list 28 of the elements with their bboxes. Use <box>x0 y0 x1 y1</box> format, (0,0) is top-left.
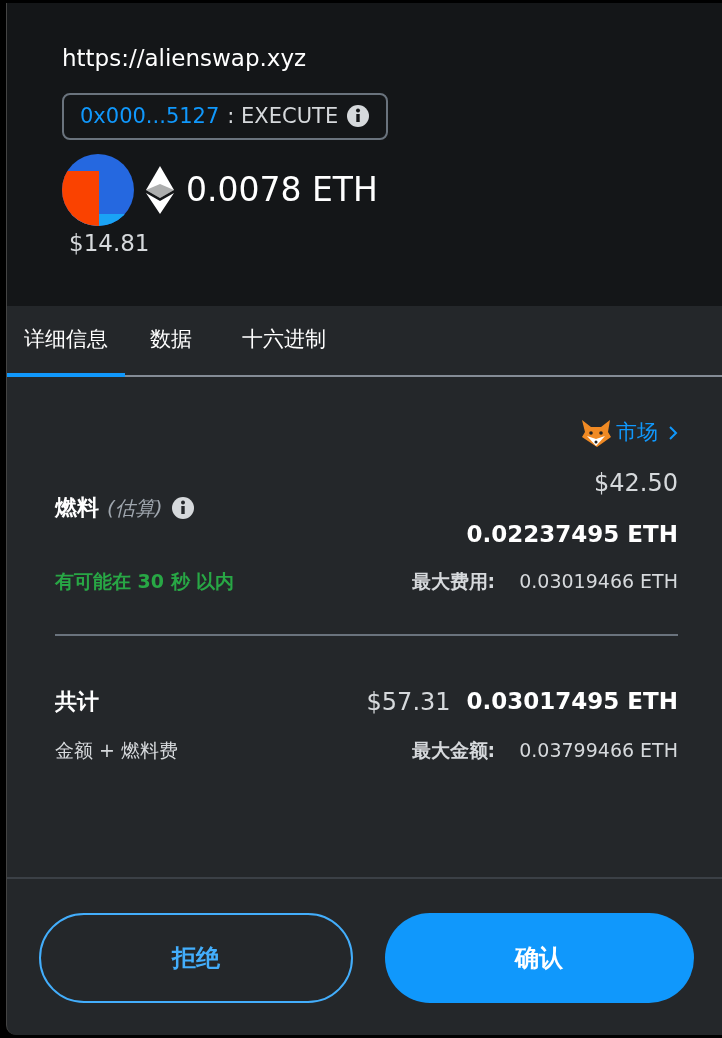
max-fee-label: 最大费用: <box>411 569 496 594</box>
tab[interactable]: 数据 <box>125 306 217 377</box>
total-eth: 0.03017495 ETH <box>466 687 678 717</box>
gas-eth: 0.02237495 ETH <box>466 519 678 549</box>
fiat-amount: $14.81 <box>69 229 151 258</box>
transaction-amount: 0.0078 ETH <box>186 169 378 212</box>
contract-address-link[interactable]: 0x000...5127 <box>80 100 220 132</box>
reject-button[interactable]: 拒绝 <box>39 913 353 1003</box>
fox-icon <box>580 418 612 447</box>
gas-fiat: $42.50 <box>594 467 678 499</box>
ethereum-icon <box>146 166 174 214</box>
info-icon[interactable] <box>170 495 195 520</box>
estimate-note: (估算) <box>107 494 163 522</box>
total-sublabel: 金额 + 燃料费 <box>55 737 178 763</box>
info-icon[interactable] <box>346 104 371 129</box>
gas-label: 燃料 <box>55 494 99 523</box>
total-label: 共计 <box>55 688 99 716</box>
max-fee-value: 0.03019466 ETH <box>519 569 678 594</box>
origin-url: https://alienswap.xyz <box>62 44 308 73</box>
max-amount-label: 最大金额: <box>411 737 496 763</box>
method-name: : EXECUTE <box>227 102 339 130</box>
market-link[interactable]: 市场 <box>616 417 678 449</box>
tab[interactable]: 详细信息 <box>7 306 125 377</box>
max-amount-value: 0.03799466 ETH <box>519 737 678 763</box>
tab[interactable]: 十六进制 <box>217 306 351 377</box>
time-estimate: 有可能在 30 秒 以内 <box>55 569 235 594</box>
chevron-right-icon <box>668 424 678 441</box>
total-fiat: $57.31 <box>366 686 451 718</box>
